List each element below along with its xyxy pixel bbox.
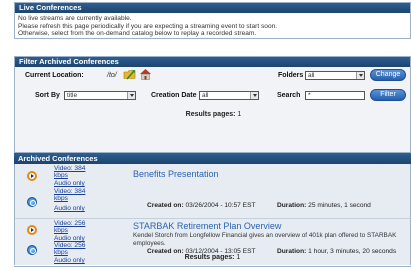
audio-link[interactable]: Audio only — [54, 235, 85, 242]
duration-value: 25 minutes, 1 second — [308, 202, 371, 209]
chevron-down-icon — [127, 92, 135, 99]
conference-description: Kendel Storch from Longfellow Financial … — [133, 232, 397, 247]
created-on: Created on: 03/26/2004 - 10:57 EST — [147, 202, 256, 209]
folders-label: Folders — [278, 72, 304, 79]
folder-up-icon[interactable] — [123, 68, 137, 80]
filter-title: Filter Archived Conferences — [15, 57, 410, 67]
current-location-label: Current Location: — [25, 72, 84, 79]
live-message-line-3: Otherwise, select from the on-demand cat… — [18, 30, 257, 37]
sort-by-select-value: title — [67, 92, 78, 99]
creation-date-select-value: all — [202, 92, 209, 99]
archived-results-pages-value[interactable]: 1 — [236, 254, 240, 261]
video-link[interactable]: Video: 384 kbps — [54, 165, 94, 179]
conference-title[interactable]: STARBAK Retirement Plan Overview — [133, 221, 281, 231]
live-message-line-1: No live streams are currently available. — [18, 15, 132, 22]
quicktime-icon[interactable] — [27, 197, 37, 207]
conference-title[interactable]: Benefits Presentation — [133, 169, 219, 179]
home-icon[interactable] — [139, 68, 152, 80]
video-link[interactable]: Video: 384 kbps — [54, 188, 94, 202]
live-message: No live streams are currently available.… — [15, 13, 410, 40]
duration: Duration: 25 minutes, 1 second — [277, 202, 371, 209]
change-button[interactable]: Change — [370, 69, 406, 81]
filter-results-pages-label: Results pages: — [185, 111, 236, 118]
conference-row: Video: 384 kbps Audio only Video: 384 kb… — [14, 164, 411, 218]
archived-results-pages: Results pages: 1 — [14, 254, 411, 264]
created-on-value: 03/26/2004 - 10:57 EST — [185, 202, 256, 209]
created-on-label: Created on: — [147, 202, 184, 209]
sort-by-label: Sort By — [35, 92, 60, 99]
chevron-down-icon — [250, 92, 258, 99]
archived-conferences-title: Archived Conferences — [14, 153, 411, 164]
folders-select-value: all — [308, 72, 315, 79]
creation-date-label: Creation Date — [151, 92, 197, 99]
current-location-value: /to/ — [107, 72, 117, 79]
archived-results-pages-label: Results pages: — [184, 254, 235, 261]
search-input[interactable]: * — [305, 91, 365, 100]
video-link[interactable]: Video: 256 kbps — [54, 220, 94, 234]
chevron-down-icon — [356, 72, 364, 79]
duration-label: Duration: — [277, 202, 307, 209]
filter-results-pages-value[interactable]: 1 — [237, 111, 241, 118]
audio-link[interactable]: Audio only — [54, 205, 85, 212]
divider — [14, 266, 411, 267]
search-label: Search — [277, 92, 301, 99]
filter-body: Current Location: /to/ Folders all Chang… — [15, 67, 410, 153]
filter-button[interactable]: Filter — [370, 89, 406, 101]
realplayer-icon[interactable] — [27, 225, 37, 235]
folders-select[interactable]: all — [305, 71, 365, 80]
creation-date-select[interactable]: all — [199, 91, 259, 100]
live-conferences-panel: Live Conferences No live streams are cur… — [14, 2, 411, 39]
live-message-line-2: Please refresh this page periodically if… — [18, 22, 278, 30]
audio-link[interactable]: Audio only — [54, 180, 85, 187]
live-conferences-title: Live Conferences — [15, 3, 410, 13]
filter-results-pages: Results pages: 1 — [15, 111, 411, 118]
realplayer-icon[interactable] — [27, 171, 37, 181]
filter-panel: Filter Archived Conferences Current Loca… — [14, 56, 411, 153]
sort-by-select[interactable]: title — [64, 91, 136, 100]
